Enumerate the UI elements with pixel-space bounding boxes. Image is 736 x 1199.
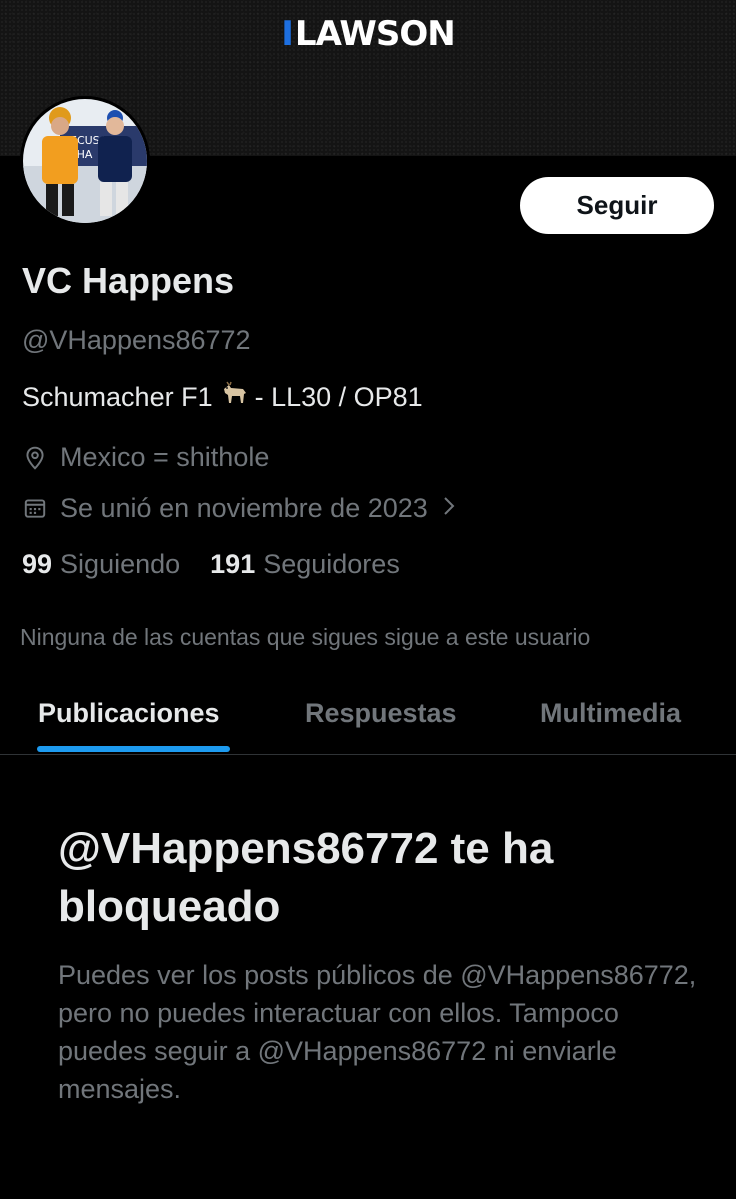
bio-suffix: - LL30 / OP81 bbox=[254, 382, 423, 412]
follow-button[interactable]: Seguir bbox=[520, 177, 714, 234]
profile-join-date[interactable]: Se unió en noviembre de 2023 bbox=[22, 491, 468, 525]
location-pin-icon bbox=[26, 446, 44, 470]
tab-publicaciones[interactable]: Publicaciones bbox=[38, 698, 220, 729]
calendar-icon bbox=[24, 499, 46, 518]
following-link[interactable]: 99 Siguiendo bbox=[22, 549, 180, 580]
tab-multimedia[interactable]: Multimedia bbox=[540, 698, 681, 729]
bio-prefix: Schumacher F1 bbox=[22, 382, 213, 412]
avatar[interactable]: ECUSA PHA bbox=[20, 96, 150, 226]
blocked-title: @VHappens86772 te ha bloqueado bbox=[58, 824, 554, 931]
following-label: Siguiendo bbox=[60, 549, 181, 579]
active-tab-indicator bbox=[37, 746, 230, 752]
banner-brand-text: LAWSON bbox=[294, 14, 456, 54]
goat-emoji-icon bbox=[221, 381, 249, 414]
blocked-description: Puedes ver los posts públicos de @VHappe… bbox=[58, 960, 697, 1104]
followers-link[interactable]: 191 Seguidores bbox=[210, 549, 400, 580]
mutual-followers-note: Ninguna de las cuentas que sigues sigue … bbox=[20, 624, 591, 650]
profile-handle: @VHappens86772 bbox=[22, 325, 251, 355]
following-count: 99 bbox=[22, 549, 53, 579]
followers-count: 191 bbox=[210, 549, 256, 579]
followers-label: Seguidores bbox=[263, 549, 400, 579]
chevron-right-icon bbox=[442, 491, 468, 525]
banner-brand-logo: ILAWSON bbox=[281, 14, 456, 54]
profile-tabs: Publicaciones Respuestas Multimedia bbox=[0, 680, 736, 755]
tab-respuestas[interactable]: Respuestas bbox=[305, 698, 457, 729]
join-date-text: Se unió en noviembre de 2023 bbox=[60, 492, 428, 523]
profile-bio: Schumacher F1 - LL30 / OP81 bbox=[22, 381, 423, 414]
location-text: Mexico = shithole bbox=[60, 442, 270, 472]
profile-name: VC Happens bbox=[22, 260, 235, 301]
follow-counts: 99 Siguiendo 191 Seguidores bbox=[22, 549, 430, 580]
profile-location: Mexico = shithole bbox=[22, 442, 269, 473]
